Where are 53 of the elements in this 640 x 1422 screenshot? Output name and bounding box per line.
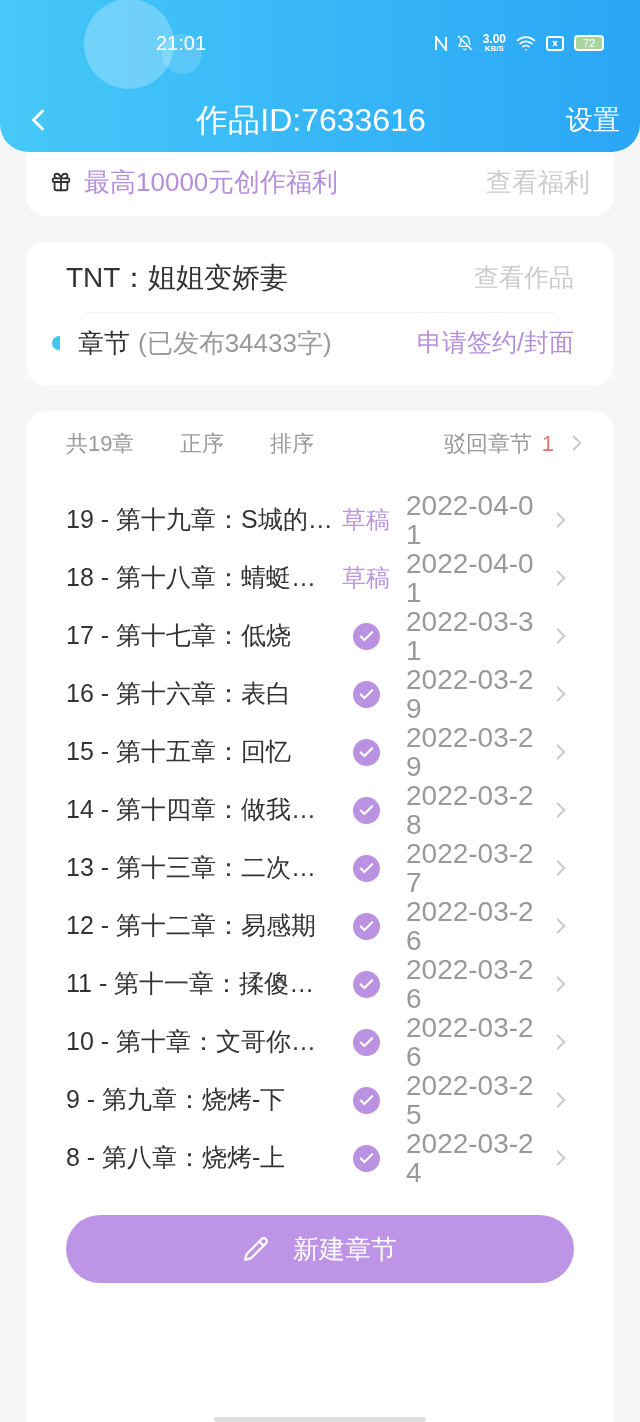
chapter-date: 2022-03-25 [406,1071,535,1129]
chapter-date: 2022-03-26 [406,897,535,955]
chapter-row[interactable]: 16 - 第十六章：表白 2022-03-29 [66,665,574,723]
chapter-title: 18 - 第十八章：蜻蜓… [66,562,318,594]
chapter-row[interactable]: 8 - 第八章：烧烤-上 2022-03-24 [66,1129,574,1187]
chapter-title: 11 - 第十一章：揉傻… [66,968,316,1000]
chapter-date: 2022-04-01 [406,491,535,549]
work-title: TNT：姐姐变娇妻 [66,261,289,295]
rejected-count: 1 [541,429,554,458]
chapter-date: 2022-03-31 [406,607,535,665]
page-title: 作品ID:7633616 [195,101,427,140]
draft-label: 草稿 [342,563,390,593]
network-speed: 3.00 KB/S [482,33,506,53]
chapter-row[interactable]: 10 - 第十章：文哥你… 2022-03-26 [66,1013,574,1071]
word-count: (已发布34433字) [138,326,332,360]
section-marker-icon [52,336,60,350]
nfc-icon [434,35,447,51]
mute-icon [456,35,473,51]
chapter-date: 2022-03-29 [406,723,535,781]
chapter-title: 14 - 第十四章：做我… [66,794,318,826]
chapter-title: 17 - 第十七章：低烧 [66,620,293,652]
draft-label: 草稿 [342,505,390,535]
chapter-row[interactable]: 11 - 第十一章：揉傻… 2022-03-26 [66,955,574,1013]
chapter-date: 2022-03-24 [406,1129,535,1187]
chapter-row[interactable]: 9 - 第九章：烧烤-下 2022-03-25 [66,1071,574,1129]
chapter-title: 8 - 第八章：烧烤-上 [66,1142,287,1174]
chapter-date: 2022-03-27 [406,839,535,897]
chapter-row[interactable]: 12 - 第十二章：易感期 2022-03-26 [66,897,574,955]
chapter-title: 15 - 第十五章：回忆 [66,736,293,768]
chapter-date: 2022-03-26 [406,1013,535,1071]
clock: 21:01 [156,31,207,56]
benefit-text: 最高10000元创作福利 [84,165,339,199]
wifi-icon [516,33,536,53]
chapter-row[interactable]: 14 - 第十四章：做我… 2022-03-28 [66,781,574,839]
chapter-row[interactable]: 15 - 第十五章：回忆 2022-03-29 [66,723,574,781]
gift-icon [50,171,72,193]
chapter-date: 2022-03-29 [406,665,535,723]
sim-icon [546,35,564,51]
chapter-date: 2022-04-01 [406,549,535,607]
chapter-title: 9 - 第九章：烧烤-下 [66,1084,287,1116]
pencil-icon [243,1236,269,1262]
chapter-title: 16 - 第十六章：表白 [66,678,293,710]
section-label: 章节 [78,326,130,360]
chapter-count: 共19章 [66,429,135,458]
chapter-title: 13 - 第十三章：二次… [66,852,318,884]
chapter-row[interactable]: 13 - 第十三章：二次… 2022-03-27 [66,839,574,897]
chapter-title: 12 - 第十二章：易感期 [66,910,318,942]
chapter-date: 2022-03-26 [406,955,535,1013]
chapter-title: 19 - 第十九章：S城的… [66,504,334,536]
battery: 72 [574,35,604,51]
chapter-date: 2022-03-28 [406,781,535,839]
chapter-row[interactable]: 17 - 第十七章：低烧 2022-03-31 [66,607,574,665]
chapter-title: 10 - 第十章：文哥你… [66,1026,318,1058]
